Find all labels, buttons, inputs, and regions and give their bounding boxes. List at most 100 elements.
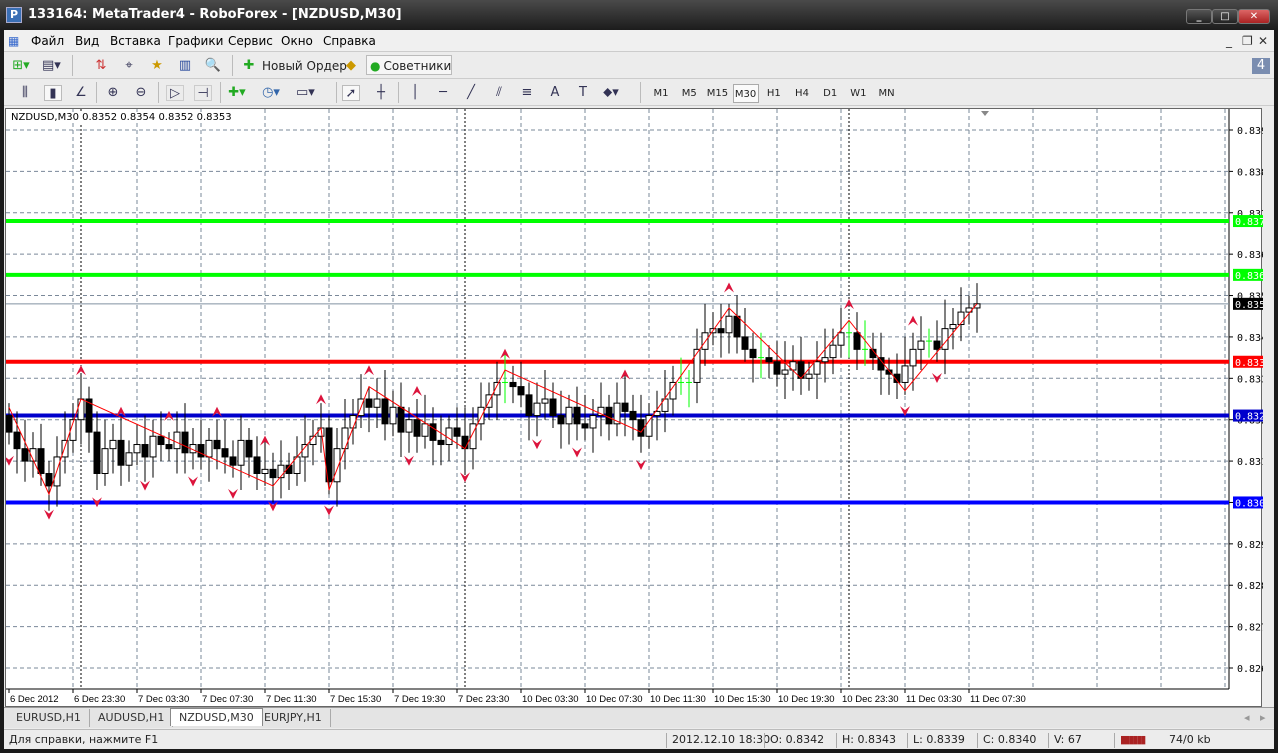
minimize-button[interactable]: _ — [1186, 9, 1212, 24]
fractal-up-icon — [412, 386, 422, 397]
menu-insert[interactable]: Вставка — [110, 34, 161, 48]
candlestick-icon[interactable]: ▮ — [44, 85, 62, 101]
candle-body — [173, 431, 181, 450]
candle-body — [445, 427, 453, 446]
candle — [701, 303, 709, 366]
candle — [389, 390, 397, 437]
timeframe-h1[interactable]: H1 — [761, 84, 787, 103]
x-tick-label: 7 Dec 11:30 — [266, 694, 317, 705]
menu-charts[interactable]: Графики — [168, 34, 223, 48]
horizontal-line-icon[interactable]: ─ — [434, 85, 452, 101]
indicators-icon[interactable]: ✚▾ — [228, 85, 246, 101]
candle — [261, 440, 269, 486]
timeframe-m15[interactable]: M15 — [704, 84, 730, 103]
tab-audusd-h1[interactable]: AUDUSD,H1 — [90, 709, 174, 727]
x-tick-label: 7 Dec 07:30 — [202, 694, 253, 705]
candle — [541, 370, 549, 420]
candle-body — [229, 456, 237, 466]
candle-body — [253, 456, 261, 474]
notifications-icon[interactable]: 4 — [1252, 58, 1270, 74]
candle-body — [381, 398, 389, 425]
candle-body — [101, 448, 109, 474]
new-order-button[interactable]: Новый Ордер — [262, 56, 347, 76]
menu-file[interactable]: Файл — [31, 34, 64, 48]
bar-chart-icon[interactable]: ⫼ — [16, 85, 34, 101]
new-chart-icon[interactable]: ⊞▾ — [12, 58, 30, 74]
maximize-button[interactable]: □ — [1212, 9, 1238, 24]
candle — [253, 436, 261, 491]
trendline-icon[interactable]: ╱ — [462, 85, 480, 101]
timeframe-d1[interactable]: D1 — [817, 84, 843, 103]
price-chart[interactable]: 0.83950.83850.83750.83650.83550.83450.83… — [4, 109, 1273, 708]
x-tick-label: 6 Dec 2012 — [10, 694, 59, 705]
tab-eurjpy-h1[interactable]: EURJPY,H1 — [256, 709, 331, 727]
tab-eurusd-h1[interactable]: EURUSD,H1 — [8, 709, 90, 727]
fractal-down-icon — [188, 476, 198, 487]
candle — [149, 419, 157, 478]
timeframe-m30[interactable]: M30 — [732, 84, 759, 103]
templates-icon[interactable]: ▭▾ — [296, 85, 315, 101]
line-chart-icon[interactable]: ∠ — [72, 85, 90, 101]
candle — [325, 415, 333, 495]
candle-body — [493, 381, 501, 396]
y-tick-label: 0.8275 — [1237, 623, 1263, 634]
candle — [477, 382, 485, 441]
cursor-icon[interactable]: ➚ — [342, 85, 360, 101]
fractal-down-icon — [324, 505, 334, 516]
arrows-icon[interactable]: ⬥▾ — [602, 85, 620, 101]
fibonacci-icon[interactable]: ≡ — [518, 85, 536, 101]
candle-body — [565, 406, 573, 425]
candle-body — [269, 468, 277, 479]
candle-body — [165, 444, 173, 450]
navigator-icon[interactable]: ★ — [148, 58, 166, 74]
tab-nzdusd-m30[interactable]: NZDUSD,M30 — [170, 708, 263, 726]
mdi-minimize-button[interactable]: _ — [1226, 34, 1232, 48]
menu-view[interactable]: Вид — [75, 34, 99, 48]
candle-body — [765, 357, 773, 363]
chart-window[interactable]: 0.83950.83850.83750.83650.83550.83450.83… — [4, 108, 1273, 708]
crosshair-icon[interactable]: ┼ — [372, 85, 390, 101]
alert-icon[interactable]: ◆ — [342, 58, 360, 74]
timeframe-w1[interactable]: W1 — [845, 84, 871, 103]
chart-info-label: NZDUSD,M30 0.8352 0.8354 0.8352 0.8353 — [11, 112, 232, 123]
timeframe-h4[interactable]: H4 — [789, 84, 815, 103]
level-price-label: 0.8373 — [1235, 217, 1263, 228]
market-watch-icon[interactable]: ⇅ — [92, 58, 110, 74]
terminal-icon[interactable]: ▥ — [176, 58, 194, 74]
strategy-tester-icon[interactable]: 🔍 — [204, 58, 222, 74]
text-icon[interactable]: A — [546, 85, 564, 101]
autoscroll-icon[interactable]: ▷ — [166, 85, 184, 101]
menu-help[interactable]: Справка — [323, 34, 376, 48]
close-button[interactable]: ✕ — [1238, 9, 1270, 24]
tabs-scroll-right-icon[interactable]: ▸ — [1260, 711, 1266, 724]
data-window-icon[interactable]: ⌖ — [120, 58, 138, 74]
timeframe-mn[interactable]: MN — [874, 84, 900, 103]
mdi-restore-button[interactable]: ❐ — [1242, 34, 1253, 48]
periods-icon[interactable]: ◷▾ — [262, 85, 280, 101]
candle-body — [221, 448, 229, 458]
candle-body — [901, 365, 909, 383]
chart-shift-icon[interactable]: ⊣ — [194, 85, 212, 101]
candle — [693, 328, 701, 404]
equidistant-channel-icon[interactable]: ⫽ — [490, 85, 508, 101]
zoom-in-icon[interactable]: ⊕ — [104, 85, 122, 101]
zoom-out-icon[interactable]: ⊖ — [132, 85, 150, 101]
profiles-icon[interactable]: ▤▾ — [42, 58, 61, 74]
timeframe-m1[interactable]: M1 — [648, 84, 674, 103]
candle-body — [517, 386, 525, 396]
timeframe-m5[interactable]: M5 — [676, 84, 702, 103]
tabs-scroll-left-icon[interactable]: ◂ — [1244, 711, 1250, 724]
candle-body — [813, 361, 821, 375]
chart-window-icon[interactable]: ▦ — [8, 34, 19, 48]
new-order-icon[interactable]: ✚ — [240, 58, 258, 74]
candle — [381, 370, 389, 441]
x-tick-label: 11 Dec 03:30 — [906, 694, 962, 705]
mdi-close-button[interactable]: ✕ — [1258, 34, 1268, 48]
menu-tools[interactable]: Сервис — [228, 34, 273, 48]
vertical-line-icon[interactable]: │ — [406, 85, 424, 101]
y-tick-label: 0.8285 — [1237, 581, 1263, 592]
menu-window[interactable]: Окно — [281, 34, 313, 48]
candle-body — [533, 402, 541, 417]
text-label-icon[interactable]: T — [574, 85, 592, 101]
experts-button[interactable]: ● Советники — [366, 55, 452, 75]
